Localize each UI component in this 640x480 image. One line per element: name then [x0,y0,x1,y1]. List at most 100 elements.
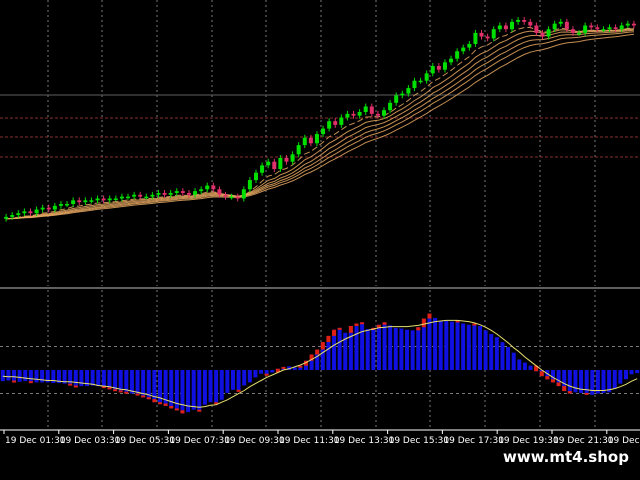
macd-bar [73,370,78,387]
macd-bar [253,370,258,378]
macd-bar-change [337,327,342,330]
bull-candle [119,196,124,199]
macd-bar [180,370,185,414]
macd-bar [601,370,606,393]
bull-candle [430,66,435,74]
macd-bar-change [550,379,555,383]
macd-bar [382,322,387,370]
macd-bar [472,323,477,370]
bull-candle [345,113,350,118]
macd-bar [219,370,224,400]
macd-bar [405,329,410,370]
macd-bar-change [556,382,561,387]
macd-bar-change [382,322,387,325]
macd-bar-change [135,393,140,396]
bull-candle [34,209,39,214]
macd-bar-change [354,323,359,326]
macd-bar-change [315,349,320,355]
bull-candle [449,58,454,63]
bull-candle [601,29,606,31]
macd-bar [612,370,617,389]
time-axis-label: 19 Dec 05:30 [115,436,176,446]
bear-candle [351,113,356,116]
macd-bar-change [113,389,118,392]
macd-bar-change [332,329,337,336]
bear-candle [333,121,338,125]
macd-bar [494,337,499,370]
macd-bar-change [264,373,269,376]
macd-bar [489,334,494,370]
bear-candle [46,207,51,210]
macd-bar [360,322,365,370]
time-axis-label: 19 Dec 13:30 [334,436,395,446]
bull-candle [442,62,447,70]
macd-bar [500,342,505,370]
bull-candle [132,194,137,197]
bear-candle [235,196,240,199]
time-axis-label: 19 Dec 15:30 [389,436,450,446]
bull-candle [71,200,76,204]
bull-candle [577,32,582,35]
bear-candle [28,211,33,214]
bear-candle [570,29,575,33]
macd-bar [242,370,247,386]
macd-bar-change [107,387,112,390]
macd-bar-change [545,376,550,380]
macd-bar [427,313,432,370]
bull-candle [314,134,319,144]
macd-bar-change [320,342,325,350]
bear-candle [485,36,490,39]
macd-bar-change [197,409,202,412]
bull-candle [52,205,57,210]
bull-candle [473,32,478,44]
bull-candle [241,189,246,199]
bull-candle [193,191,198,195]
macd-bar [6,370,11,381]
macd-bar [573,370,578,393]
time-axis-label: 19 Dec 03:30 [60,436,121,446]
bear-candle [162,192,167,195]
macd-bar [449,321,454,370]
macd-bar [618,370,623,384]
bull-candle [491,29,496,39]
bull-candle [296,145,301,155]
macd-bar-change [281,366,286,369]
macd-bar [259,370,264,374]
macd-bar-change [68,383,73,386]
macd-bar [477,325,483,370]
macd-bar [393,327,398,370]
bull-candle [467,43,472,48]
bull-candle [619,25,624,30]
bear-candle [564,21,569,30]
bull-candle [168,192,173,195]
macd-bar [461,323,466,370]
bull-candle [107,198,112,201]
macd-bar [214,370,219,404]
bear-candle [272,161,277,170]
macd-bar-change [174,408,179,411]
bull-candle [174,191,179,193]
bull-candle [16,213,21,216]
macd-bar [169,370,174,409]
bear-candle [77,200,82,203]
bull-candle [339,117,344,125]
macd-bar-change [169,405,174,409]
bear-candle [534,25,539,33]
bear-candle [631,23,636,26]
chart-background [0,0,640,480]
macd-bar-change [12,380,17,383]
macd-bar [90,370,95,386]
time-axis-label: 19 Dec 11:30 [279,436,340,446]
time-axis-label: 19 Dec 01:30 [5,436,66,446]
bear-candle [479,32,484,37]
macd-bar [365,329,370,370]
bear-candle [540,32,545,37]
bull-candle [260,165,265,173]
bull-candle [10,215,15,217]
bear-candle [211,185,216,190]
macd-bar [208,370,213,403]
macd-bar [483,330,488,370]
macd-bar [584,370,589,395]
bear-candle [186,192,191,195]
chart-canvas: 19 Dec 01:3019 Dec 03:3019 Dec 05:30 19 D… [0,0,640,480]
